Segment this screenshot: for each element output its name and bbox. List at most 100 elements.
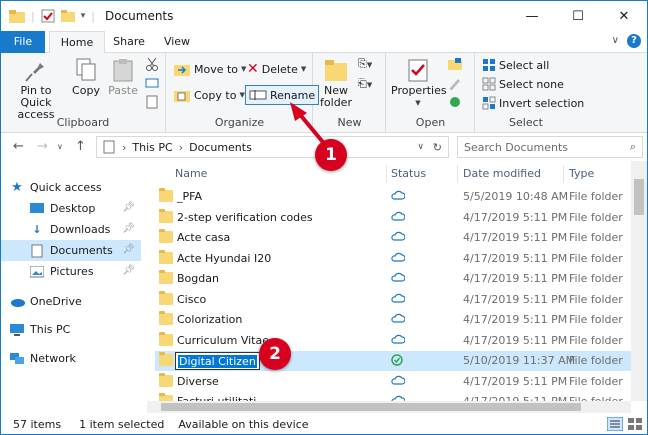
table-row[interactable]: Acte Hyundai I20 4/17/2019 5:11 PM File fo…	[155, 249, 635, 269]
copy-to-button[interactable]: Copy to ▼	[173, 85, 245, 105]
tab-file[interactable]: File	[1, 31, 45, 53]
breadcrumb-documents[interactable]: Documents	[189, 141, 252, 154]
nav-this-pc[interactable]: This PC	[9, 319, 149, 340]
delete-button[interactable]: ✕ Delete ▼	[247, 59, 306, 79]
pin-quick-access-button[interactable]: Pin to Quick access	[5, 57, 67, 121]
column-divider	[563, 165, 564, 183]
tab-home[interactable]: Home	[49, 31, 105, 54]
table-row[interactable]: Bogdan 4/17/2019 5:11 PM File folder	[155, 269, 635, 289]
table-row[interactable]: _PFA 5/5/2019 10:48 AM File folder	[155, 187, 635, 207]
copy-to-label: Copy to	[194, 88, 237, 102]
rename-input[interactable]: Digital Citizen	[175, 352, 260, 370]
file-name: 2-step verification codes	[177, 210, 313, 224]
table-row[interactable]: Curriculum Vitae 4/17/2019 5:11 PM File fo…	[155, 331, 635, 351]
new-folder-icon[interactable]	[60, 9, 75, 23]
nav-onedrive[interactable]: OneDrive	[9, 291, 149, 312]
nav-downloads[interactable]: ↓ Downloads 📌︎	[1, 219, 141, 240]
synced-check-icon	[391, 354, 403, 369]
paste-shortcut-icon[interactable]	[145, 95, 159, 109]
select-none-button[interactable]: Select none	[482, 74, 564, 94]
properties-icon[interactable]	[41, 9, 55, 23]
file-name: Acte casa	[177, 231, 231, 244]
close-button[interactable]: ✕	[601, 1, 647, 31]
cloud-icon	[391, 293, 406, 306]
open-icon[interactable]	[447, 57, 463, 71]
callout-badge-1: 1	[315, 139, 347, 171]
rename-label: Rename	[270, 88, 316, 102]
nav-pictures[interactable]: Pictures 📌︎	[1, 261, 141, 282]
column-name[interactable]: Name	[175, 161, 207, 187]
file-name: Colorization	[177, 313, 243, 326]
rename-button[interactable]: Rename	[245, 85, 320, 105]
table-row[interactable]: Acte casa 4/17/2019 5:11 PM File folder	[155, 228, 635, 248]
folder-icon	[159, 331, 173, 346]
back-icon[interactable]: ←	[13, 139, 24, 154]
tab-view[interactable]: View	[155, 31, 199, 53]
maximize-button[interactable]: ☐	[555, 1, 601, 31]
table-row[interactable]: Cisco 4/17/2019 5:11 PM File folder	[155, 290, 635, 310]
new-item-icon[interactable]: ⎘▼	[358, 57, 372, 71]
file-type: File folder	[569, 231, 623, 244]
copy-path-icon[interactable]	[145, 76, 159, 90]
customize-toolbar-icon[interactable]: ▾	[81, 11, 86, 21]
scroll-thumb[interactable]	[161, 403, 581, 411]
folder-icon	[159, 229, 173, 243]
new-folder-button[interactable]: New folder	[318, 57, 354, 109]
details-view-icon[interactable]	[606, 416, 624, 434]
refresh-icon[interactable]: ↻	[433, 141, 442, 154]
breadcrumb-this-pc[interactable]: This PC	[132, 141, 172, 154]
properties-big-icon	[405, 57, 431, 83]
recent-locations-icon[interactable]: ∨	[57, 142, 63, 151]
paste-button[interactable]: Paste	[105, 57, 141, 97]
ribbon-expand-icon[interactable]: ∨	[612, 35, 619, 46]
cloud-icon	[391, 272, 406, 285]
column-status[interactable]: Status	[391, 161, 426, 187]
horizontal-scrollbar[interactable]	[147, 401, 631, 413]
nav-label: Quick access	[30, 181, 102, 194]
file-name: Diverse	[177, 374, 219, 388]
clipboard-small-icons	[145, 57, 159, 109]
date-modified: 5/10/2019 11:37 AM	[463, 354, 576, 367]
new-group-label: New	[337, 116, 362, 129]
table-row[interactable]: 2-step verification codes 4/17/2019 5:11 …	[155, 208, 635, 228]
select-all-button[interactable]: Select all	[482, 55, 549, 75]
column-type[interactable]: Type	[569, 161, 594, 187]
copy-button[interactable]: Copy	[69, 57, 103, 97]
history-icon[interactable]	[447, 95, 463, 109]
organize-group-label: Organize	[214, 116, 265, 129]
nav-network[interactable]: Network	[9, 348, 149, 369]
new-folder-big-icon	[323, 57, 349, 83]
table-row[interactable]: Digital Citizen 5/10/2019 11:37 AM File fo…	[155, 351, 635, 371]
up-icon[interactable]: ↑	[75, 139, 86, 154]
nav-desktop[interactable]: Desktop 📌︎	[1, 198, 141, 219]
new-folder-label: New folder	[320, 84, 352, 109]
easy-access-icon[interactable]: ⎗▼	[358, 77, 372, 91]
edit-icon[interactable]	[447, 76, 463, 90]
explorer-window: | ▾ | Documents — ☐ ✕ File Home Share Vi…	[0, 0, 648, 435]
move-to-button[interactable]: Move to ▼	[173, 59, 246, 79]
table-row[interactable]: Diverse 4/17/2019 5:11 PM File folder	[155, 372, 635, 392]
cut-icon[interactable]	[145, 57, 159, 71]
invert-selection-button[interactable]: Invert selection	[482, 93, 584, 113]
nav-documents[interactable]: Documents 📌︎	[1, 240, 141, 261]
tab-share[interactable]: Share	[107, 31, 151, 53]
nav-label: Downloads	[50, 223, 111, 236]
large-icons-view-icon[interactable]	[627, 417, 643, 434]
scroll-thumb[interactable]	[634, 179, 644, 215]
help-icon[interactable]: ?	[627, 34, 641, 48]
vertical-scrollbar[interactable]	[631, 161, 647, 401]
minimize-button[interactable]: —	[509, 1, 555, 31]
cloud-icon	[391, 375, 406, 388]
network-icon	[9, 352, 25, 366]
column-date-modified[interactable]: Date modified	[463, 161, 541, 187]
nav-label: Desktop	[50, 202, 96, 215]
nav-quick-access[interactable]: ★ Quick access	[9, 177, 149, 198]
forward-icon[interactable]: →	[37, 139, 48, 154]
address-box[interactable]: › This PC › Documents ∨ ↻	[96, 136, 449, 158]
address-dropdown-icon[interactable]: ∨	[417, 142, 424, 152]
search-input[interactable]: Search Documents ⌕	[457, 136, 643, 158]
properties-button[interactable]: Properties ▼	[391, 57, 447, 109]
nav-label: Documents	[50, 244, 113, 257]
table-row[interactable]: Colorization 4/17/2019 5:11 PM File folder	[155, 310, 635, 330]
date-modified: 4/17/2019 5:11 PM	[463, 374, 568, 388]
